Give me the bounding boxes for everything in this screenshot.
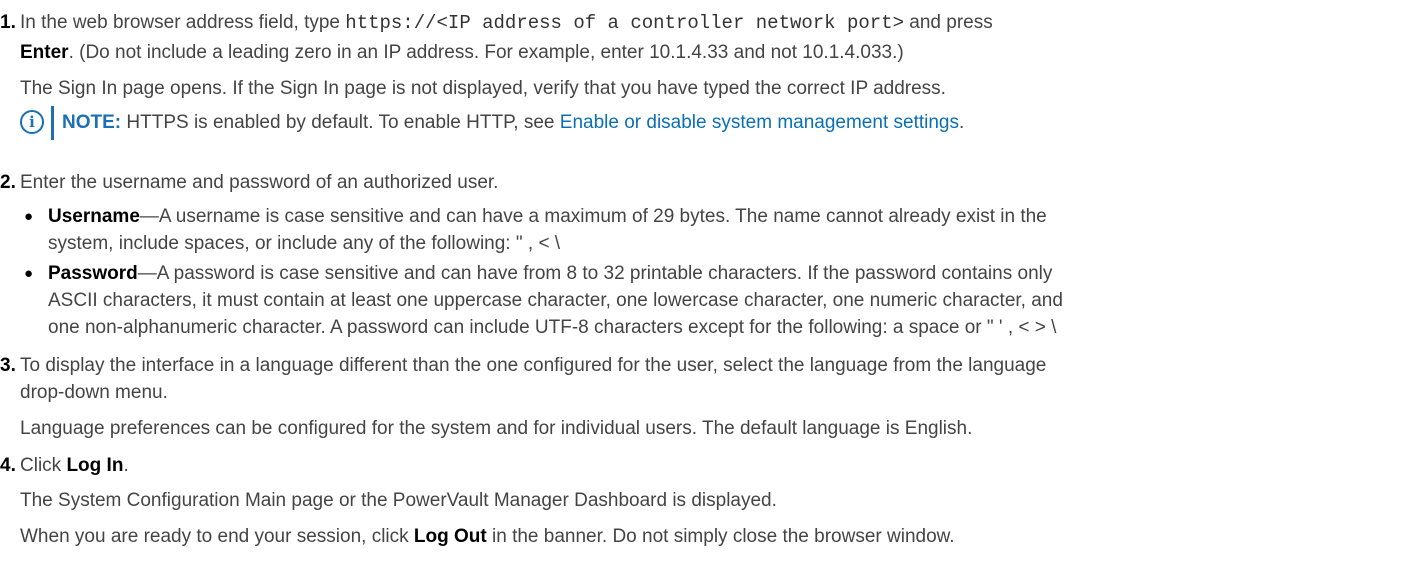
username-item-cont: system, include spaces, or include any o… (48, 233, 561, 254)
note-label: NOTE: (62, 112, 122, 133)
password-item-cont: ASCII characters, it must contain at lea… (48, 290, 1063, 311)
step-number: 4. (0, 455, 16, 476)
info-icon: i (20, 110, 44, 134)
step-2-instruction: Enter the username and password of an au… (20, 172, 499, 193)
document-page: 1. In the web browser address field, typ… (0, 0, 1415, 586)
bullet-icon: ● (24, 265, 34, 282)
password-item: Password—A password is case sensitive an… (48, 263, 1053, 284)
step-3-instruction-cont: drop-down menu. (20, 382, 168, 403)
log-in-label: Log In (66, 455, 124, 476)
step-1-result: The Sign In page opens. If the Sign In p… (20, 78, 946, 99)
password-term: Password (48, 263, 138, 284)
step-1-instruction-cont: Enter. (Do not include a leading zero in… (20, 42, 904, 63)
step-1-instruction: In the web browser address field, type h… (20, 12, 993, 34)
bullet-icon: ● (24, 208, 34, 225)
step-number: 1. (0, 12, 16, 33)
username-item: Username—A username is case sensitive an… (48, 206, 1047, 227)
log-out-label: Log Out (413, 526, 487, 547)
enter-key-label: Enter (20, 42, 69, 63)
note-divider (51, 106, 54, 140)
step-4-result-2: When you are ready to end your session, … (20, 526, 955, 547)
step-3-instruction: To display the interface in a language d… (20, 355, 1047, 376)
step-number: 3. (0, 355, 16, 376)
step-number: 2. (0, 172, 16, 193)
url-code: https://<IP address of a controller netw… (345, 12, 904, 34)
password-item-cont2: one non-alphanumeric character. A passwo… (48, 317, 1057, 338)
username-term: Username (48, 206, 140, 227)
step-3-result: Language preferences can be configured f… (20, 418, 973, 439)
step-4-instruction: Click Log In. (20, 455, 129, 476)
step-4-result: The System Configuration Main page or th… (20, 490, 777, 511)
enable-disable-settings-link[interactable]: Enable or disable system management sett… (560, 112, 959, 133)
note: NOTE: HTTPS is enabled by default. To en… (62, 112, 965, 133)
